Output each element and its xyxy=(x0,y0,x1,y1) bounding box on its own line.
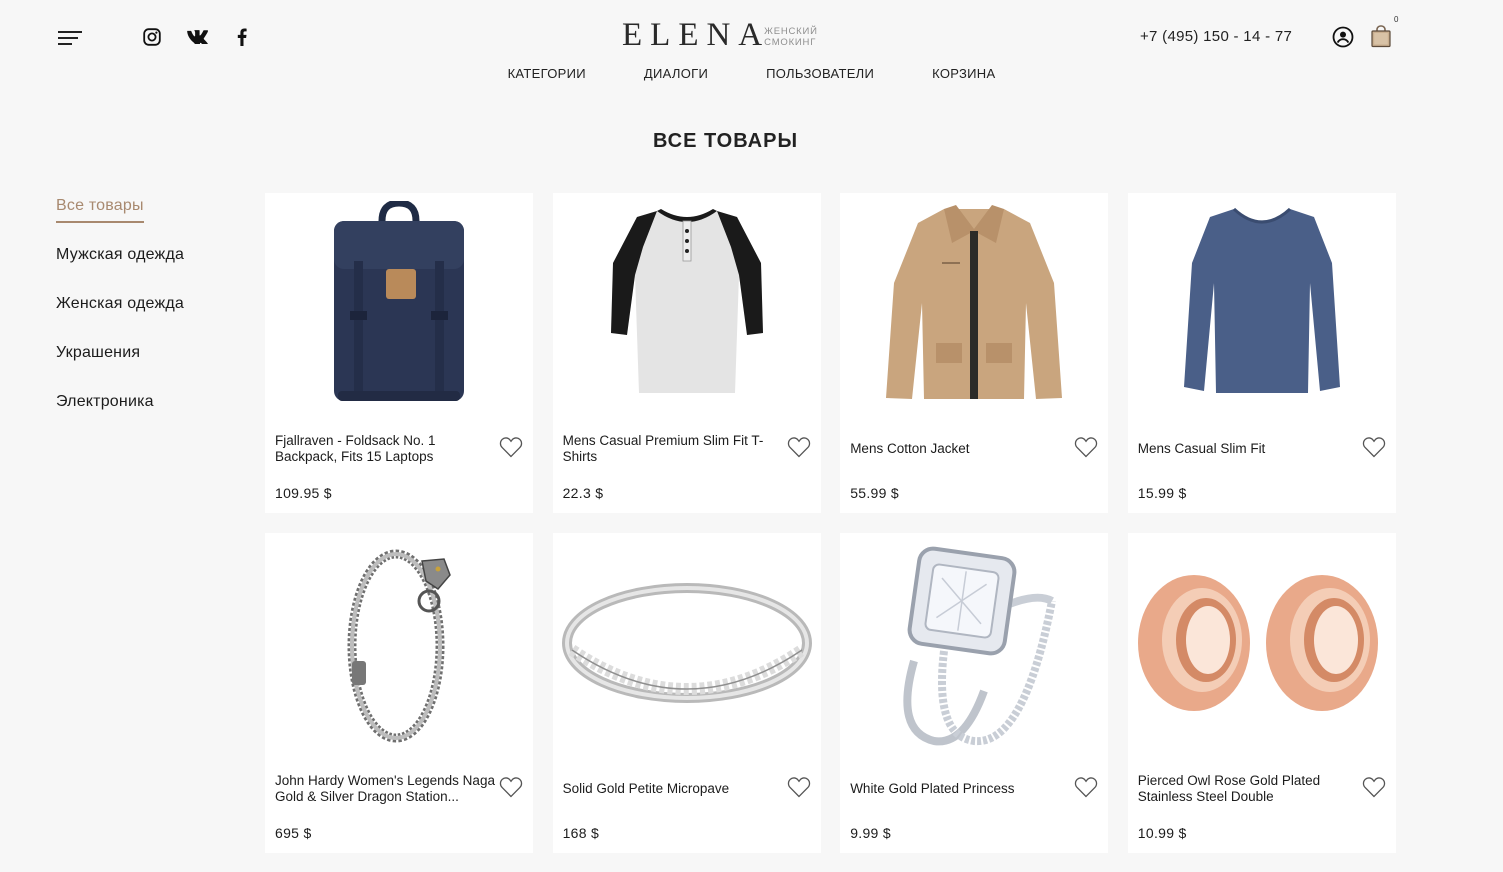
sidebar-item-jewelry[interactable]: Украшения xyxy=(56,343,236,392)
heart-icon[interactable] xyxy=(1074,776,1098,798)
product-title[interactable]: White Gold Plated Princess xyxy=(850,773,1070,805)
sidebar-item-womens[interactable]: Женская одежда xyxy=(56,294,236,343)
product-title[interactable]: John Hardy Women's Legends Naga Gold & S… xyxy=(275,773,495,805)
sidebar-item-label: Украшения xyxy=(56,344,141,361)
product-card[interactable]: Solid Gold Petite Micropave 168 $ xyxy=(552,533,821,853)
product-title-text: Mens Casual Slim Fit xyxy=(1137,441,1266,456)
nav-categories[interactable]: КАТЕГОРИИ xyxy=(508,66,586,81)
heart-icon[interactable] xyxy=(499,776,523,798)
product-title-text: Fjallraven - Foldsack No. 1 Backpack, Fi… xyxy=(275,433,436,464)
product-price: 55.99 $ xyxy=(850,485,899,501)
product-title-text: John Hardy Women's Legends Naga Gold & S… xyxy=(275,773,495,804)
logo-subtitle: ЖЕНСКИЙ СМОКИНГ xyxy=(764,26,818,48)
product-title-text: Mens Cotton Jacket xyxy=(850,441,970,456)
product-card[interactable]: White Gold Plated Princess 9.99 $ xyxy=(840,533,1109,853)
product-image-jacket xyxy=(840,193,1108,413)
sidebar-item-all[interactable]: Все товары xyxy=(56,196,236,245)
product-title-text: White Gold Plated Princess xyxy=(850,781,1015,796)
cart-count-badge: 0 xyxy=(1394,15,1399,24)
product-title[interactable]: Mens Cotton Jacket xyxy=(850,433,1070,465)
product-price: 695 $ xyxy=(275,825,312,841)
product-image-backpack xyxy=(265,193,533,413)
sidebar-item-label: Мужская одежда xyxy=(56,246,185,263)
product-image-tunnels xyxy=(1128,533,1396,753)
product-title[interactable]: Fjallraven - Foldsack No. 1 Backpack, Fi… xyxy=(275,433,495,465)
heart-icon[interactable] xyxy=(499,436,523,458)
heart-icon[interactable] xyxy=(1074,436,1098,458)
product-title-text: Solid Gold Petite Micropave xyxy=(562,781,730,796)
nav-cart[interactable]: КОРЗИНА xyxy=(932,66,995,81)
sidebar-item-label: Электроника xyxy=(56,393,154,410)
page-title: ВСЕ ТОВАРЫ xyxy=(652,130,799,152)
product-price: 22.3 $ xyxy=(562,485,604,501)
category-sidebar: Все товары Мужская одежда Женская одежда… xyxy=(56,196,236,441)
facebook-icon[interactable] xyxy=(231,26,253,48)
product-title-text: Pierced Owl Rose Gold Plated Stainless S… xyxy=(1137,773,1321,804)
phone-number[interactable]: +7 (495) 150 - 14 - 77 xyxy=(1140,28,1292,45)
product-card[interactable]: Mens Cotton Jacket 55.99 $ xyxy=(840,193,1109,513)
product-title[interactable]: Pierced Owl Rose Gold Plated Stainless S… xyxy=(1138,773,1358,805)
shopping-bag-icon[interactable] xyxy=(1369,24,1393,48)
product-image-tshirt xyxy=(553,193,821,413)
vk-icon[interactable] xyxy=(186,26,208,48)
product-card[interactable]: Mens Casual Slim Fit 15.99 $ xyxy=(1127,193,1396,513)
product-title[interactable]: Mens Casual Premium Slim Fit T-Shirts xyxy=(563,433,783,465)
nav-users[interactable]: ПОЛЬЗОВАТЕЛИ xyxy=(766,66,874,81)
heart-icon[interactable] xyxy=(1362,776,1386,798)
logo-sub-line2: СМОКИНГ xyxy=(764,36,817,48)
product-price: 10.99 $ xyxy=(1137,825,1187,841)
product-price: 15.99 $ xyxy=(1137,485,1187,501)
logo-main-text: ELENA xyxy=(622,17,771,53)
product-card[interactable]: Mens Casual Premium Slim Fit T-Shirts 22… xyxy=(552,193,821,513)
product-price: 168 $ xyxy=(562,825,600,841)
product-title[interactable]: Solid Gold Petite Micropave xyxy=(563,773,783,805)
logo-sub-line1: ЖЕНСКИЙ xyxy=(764,25,818,37)
sidebar-item-electronics[interactable]: Электроника xyxy=(56,392,236,441)
product-card[interactable]: John Hardy Women's Legends Naga Gold & S… xyxy=(265,533,533,853)
product-image-longsleeve xyxy=(1128,193,1396,413)
heart-icon[interactable] xyxy=(787,436,811,458)
product-image-ring-set xyxy=(840,533,1108,753)
heart-icon[interactable] xyxy=(787,776,811,798)
hamburger-menu-icon[interactable] xyxy=(58,30,82,46)
product-price: 109.95 $ xyxy=(275,485,332,501)
sidebar-item-mens[interactable]: Мужская одежда xyxy=(56,245,236,294)
product-image-ring xyxy=(553,533,821,753)
heart-icon[interactable] xyxy=(1362,436,1386,458)
user-icon[interactable] xyxy=(1332,26,1354,48)
product-grid: Fjallraven - Foldsack No. 1 Backpack, Fi… xyxy=(265,193,1396,853)
logo[interactable]: ELENA ЖЕНСКИЙ СМОКИНГ xyxy=(622,18,818,52)
nav-dialogs[interactable]: ДИАЛОГИ xyxy=(644,66,708,81)
sidebar-item-label: Женская одежда xyxy=(56,295,185,312)
product-image-bracelet xyxy=(265,533,533,753)
sidebar-item-label: Все товары xyxy=(56,196,144,223)
main-navigation: КАТЕГОРИИ ДИАЛОГИ ПОЛЬЗОВАТЕЛИ КОРЗИНА xyxy=(0,66,1503,81)
product-title[interactable]: Mens Casual Slim Fit xyxy=(1138,433,1358,465)
product-title-text: Mens Casual Premium Slim Fit T-Shirts xyxy=(562,433,764,464)
product-card[interactable]: Pierced Owl Rose Gold Plated Stainless S… xyxy=(1127,533,1396,853)
instagram-icon[interactable] xyxy=(141,26,163,48)
product-card[interactable]: Fjallraven - Foldsack No. 1 Backpack, Fi… xyxy=(265,193,533,513)
product-price: 9.99 $ xyxy=(850,825,891,841)
